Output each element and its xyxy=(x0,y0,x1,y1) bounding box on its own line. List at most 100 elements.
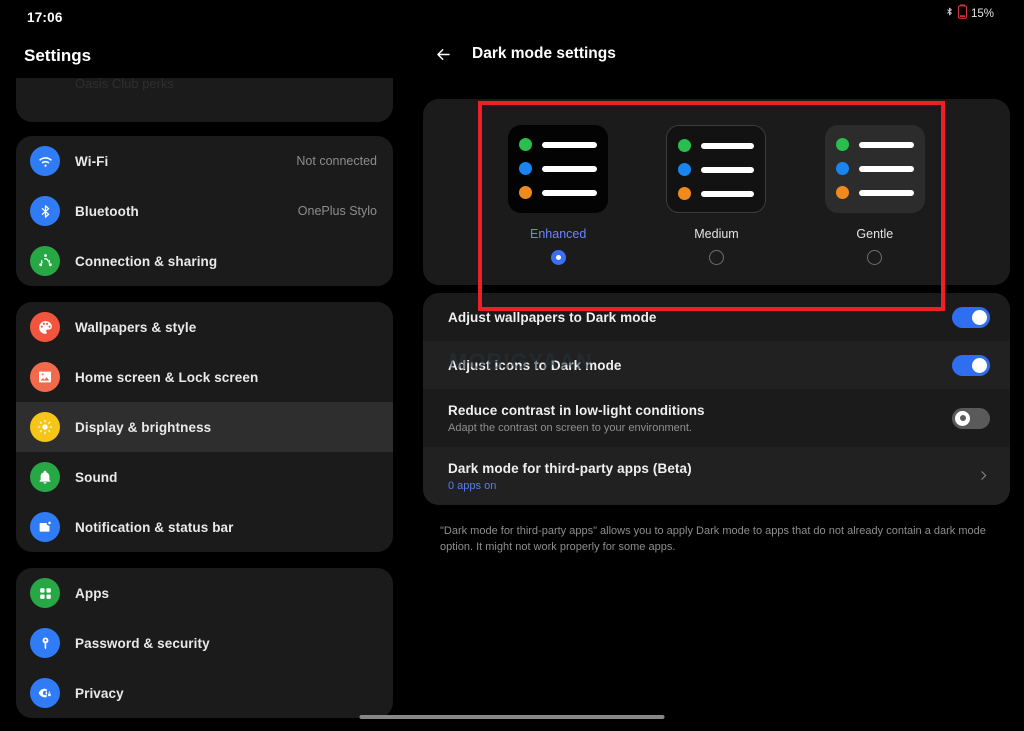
sidebar-item-label: Sound xyxy=(75,470,118,485)
preview-bar xyxy=(859,190,914,196)
sidebar-item-label: Display & brightness xyxy=(75,420,211,435)
style-section: Style Enhanced xyxy=(409,99,1024,285)
preview-line xyxy=(678,163,754,176)
wifi-icon xyxy=(30,146,60,176)
sidebar-item-label: Home screen & Lock screen xyxy=(75,370,258,385)
sidebar-item-sound[interactable]: Sound xyxy=(16,452,393,502)
toggle-reduce-contrast[interactable] xyxy=(952,408,990,429)
sidebar-item-label: Password & security xyxy=(75,636,210,651)
footer-note: "Dark mode for third-party apps" allows … xyxy=(440,523,998,555)
style-options-row: Enhanced Medium xyxy=(423,99,1010,285)
sidebar-item-label: Privacy xyxy=(75,686,124,701)
settings-group-system: Apps Password & security Privacy xyxy=(16,568,393,718)
privacy-eye-icon xyxy=(30,678,60,708)
sidebar-item-wifi[interactable]: Wi-Fi Not connected xyxy=(16,136,393,186)
palette-icon xyxy=(30,312,60,342)
chevron-right-icon[interactable] xyxy=(977,468,990,485)
row-third-party-dark-mode[interactable]: Dark mode for third-party apps (Beta) 0 … xyxy=(423,447,1010,505)
preview-dot-green xyxy=(519,138,532,151)
row-text-block: Reduce contrast in low-light conditions … xyxy=(448,403,952,434)
key-icon xyxy=(30,628,60,658)
settings-group-network: Wi-Fi Not connected Bluetooth OnePlus St… xyxy=(16,136,393,286)
row-text-block: Dark mode for third-party apps (Beta) 0 … xyxy=(448,461,977,492)
battery-percentage: 15% xyxy=(971,8,994,20)
style-preview-gentle xyxy=(825,125,925,213)
bluetooth-icon xyxy=(30,196,60,226)
dark-mode-options-card: Adjust wallpapers to Dark mode Adjust ic… xyxy=(423,293,1010,505)
notification-icon xyxy=(30,512,60,542)
dark-mode-settings-pane: 15% Dark mode settings Style xyxy=(409,0,1024,731)
preview-bar xyxy=(542,166,597,172)
sidebar-item-notification-status-bar[interactable]: Notification & status bar xyxy=(16,502,393,552)
sidebar-item-label: Bluetooth xyxy=(75,204,139,219)
preview-dot-blue xyxy=(519,162,532,175)
style-preview-medium xyxy=(666,125,766,213)
toggle-adjust-wallpapers[interactable] xyxy=(952,307,990,328)
brightness-icon xyxy=(30,412,60,442)
preview-dot-orange xyxy=(519,186,532,199)
preview-dot-orange xyxy=(836,186,849,199)
back-arrow-icon[interactable] xyxy=(430,41,456,67)
preview-line xyxy=(519,162,597,175)
preview-line xyxy=(836,162,914,175)
style-radio-enhanced[interactable] xyxy=(551,250,566,265)
row-text-block: Adjust wallpapers to Dark mode xyxy=(448,310,952,325)
row-reduce-contrast[interactable]: Reduce contrast in low-light conditions … xyxy=(423,389,1010,447)
sidebar-item-privacy[interactable]: Privacy xyxy=(16,668,393,718)
style-option-medium[interactable]: Medium xyxy=(660,125,772,265)
sidebar-item-bluetooth[interactable]: Bluetooth OnePlus Stylo xyxy=(16,186,393,236)
settings-scroll-area[interactable]: Oasis Club perks Wi-Fi Not connected Blu xyxy=(0,78,409,731)
row-subtitle: Adapt the contrast on screen to your env… xyxy=(448,422,952,434)
preview-bar xyxy=(701,143,754,149)
settings-group-personalization: Wallpapers & style Home screen & Lock sc… xyxy=(16,302,393,552)
preview-bar xyxy=(859,166,914,172)
sidebar-item-home-lock-screen[interactable]: Home screen & Lock screen xyxy=(16,352,393,402)
preview-line xyxy=(836,186,914,199)
style-option-label: Enhanced xyxy=(530,227,586,241)
row-adjust-wallpapers[interactable]: Adjust wallpapers to Dark mode xyxy=(423,293,1010,341)
style-option-label: Gentle xyxy=(856,227,893,241)
sidebar-item-label: Wi-Fi xyxy=(75,154,108,169)
row-text-block: Adjust icons to Dark mode xyxy=(448,358,952,373)
settings-list-pane: 17:06 Settings Oasis Club perks Wi-Fi No… xyxy=(0,0,409,731)
sidebar-item-password-security[interactable]: Password & security xyxy=(16,618,393,668)
preview-bar xyxy=(542,190,597,196)
dark-mode-header: Dark mode settings xyxy=(409,28,1024,80)
style-options-card: Enhanced Medium xyxy=(423,99,1010,285)
preview-bar xyxy=(701,167,754,173)
preview-dot-orange xyxy=(678,187,691,200)
image-icon xyxy=(30,362,60,392)
sidebar-item-label: Wallpapers & style xyxy=(75,320,196,335)
preview-dot-green xyxy=(678,139,691,152)
sidebar-item-value: Not connected xyxy=(296,154,377,168)
settings-title-row: Settings xyxy=(0,34,409,78)
row-title: Reduce contrast in low-light conditions xyxy=(448,403,952,418)
row-title: Adjust wallpapers to Dark mode xyxy=(448,310,952,325)
battery-low-icon xyxy=(957,4,968,24)
toggle-knob xyxy=(972,358,987,373)
style-radio-medium[interactable] xyxy=(709,250,724,265)
settings-group-clipped: Oasis Club perks xyxy=(16,78,393,122)
navigation-gesture-pill[interactable] xyxy=(360,715,665,719)
preview-line xyxy=(836,138,914,151)
style-option-gentle[interactable]: Gentle xyxy=(819,125,931,265)
ghost-item-label: Oasis Club perks xyxy=(16,78,393,100)
sidebar-item-connection-sharing[interactable]: Connection & sharing xyxy=(16,236,393,286)
sidebar-item-apps[interactable]: Apps xyxy=(16,568,393,618)
bell-icon xyxy=(30,462,60,492)
sidebar-item-wallpapers-style[interactable]: Wallpapers & style xyxy=(16,302,393,352)
connection-sharing-icon xyxy=(30,246,60,276)
sidebar-item-display-brightness[interactable]: Display & brightness xyxy=(16,402,393,452)
toggle-adjust-icons[interactable] xyxy=(952,355,990,376)
bluetooth-icon xyxy=(945,5,954,23)
page-title: Settings xyxy=(24,46,91,66)
preview-bar xyxy=(701,191,754,197)
right-status-bar: 15% xyxy=(409,0,1024,28)
screen-root: 17:06 Settings Oasis Club perks Wi-Fi No… xyxy=(0,0,1024,731)
style-option-label: Medium xyxy=(694,227,738,241)
row-adjust-icons[interactable]: Adjust icons to Dark mode xyxy=(423,341,1010,389)
toggle-knob xyxy=(955,411,970,426)
style-radio-gentle[interactable] xyxy=(867,250,882,265)
preview-dot-blue xyxy=(836,162,849,175)
style-option-enhanced[interactable]: Enhanced xyxy=(502,125,614,265)
